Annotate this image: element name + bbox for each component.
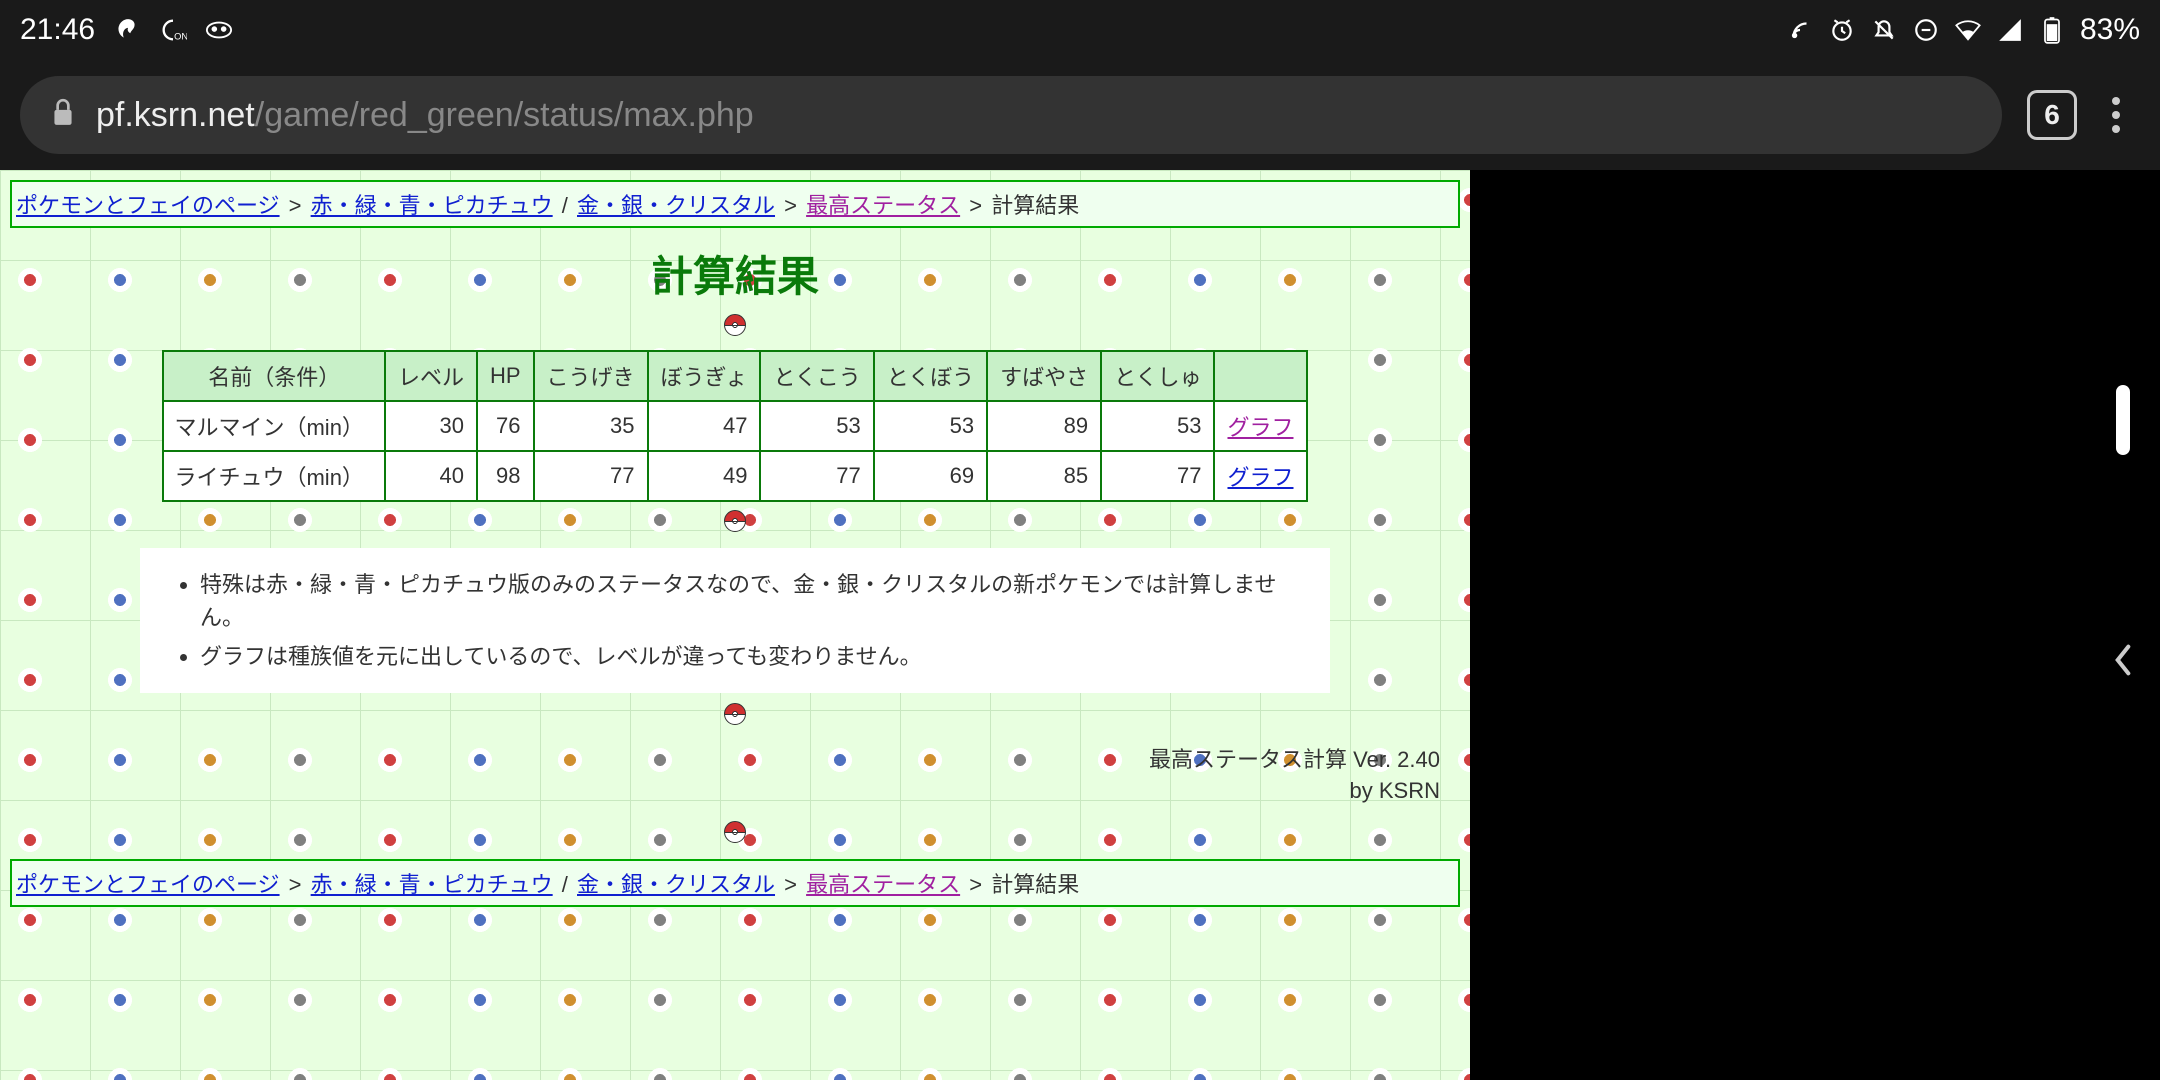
browser-menu-button[interactable] [2102, 87, 2130, 143]
system-nav-bar [2085, 170, 2160, 1080]
breadcrumb-top: ポケモンとフェイのページ > 赤・緑・青・ピカチュウ / 金・銀・クリスタル >… [10, 180, 1460, 228]
list-item: グラフは種族値を元に出しているので、レベルが違っても変わりません。 [200, 640, 1300, 673]
stat-table: 名前（条件）レベルHPこうげきぼうぎょとくこうとくぼうすばやさとくしゅ マルマイ… [162, 350, 1307, 502]
table-cell: 49 [648, 451, 761, 501]
table-header-cell: すばやさ [987, 351, 1101, 401]
breadcrumb-sep: / [556, 872, 574, 897]
page-title: 計算結果 [0, 243, 1470, 304]
back-button[interactable] [2108, 640, 2138, 690]
breadcrumb-link[interactable]: ポケモンとフェイのページ [16, 872, 280, 897]
table-cell: 53 [874, 401, 987, 451]
breadcrumb-link[interactable]: ポケモンとフェイのページ [16, 193, 280, 218]
breadcrumb-sep: > [963, 872, 988, 897]
breadcrumb-current: 計算結果 [991, 193, 1079, 218]
status-time: 21:46 [20, 13, 95, 47]
pokeball-icon [724, 821, 746, 843]
table-header-cell: とくぼう [874, 351, 987, 401]
table-cell: ライチュウ（min） [163, 451, 384, 501]
table-header-cell: とくしゅ [1101, 351, 1214, 401]
table-cell: 30 [385, 401, 477, 451]
right-gap [1470, 170, 2085, 1080]
page-content[interactable]: ポケモンとフェイのページ > 赤・緑・青・ピカチュウ / 金・銀・クリスタル >… [0, 170, 1470, 1080]
table-row: マルマイン（min）3076354753538953グラフ [163, 401, 1306, 451]
table-cell: 77 [760, 451, 873, 501]
graph-link[interactable]: グラフ [1227, 415, 1293, 440]
signal-icon [1996, 16, 2024, 44]
breadcrumb-bottom: ポケモンとフェイのページ > 赤・緑・青・ピカチュウ / 金・銀・クリスタル >… [10, 859, 1460, 907]
app-icon-2: ON [159, 16, 187, 44]
breadcrumb-link[interactable]: 最高ステータス [806, 872, 960, 897]
divider-icon [0, 314, 1470, 342]
url-bar[interactable]: pf.ksrn.net/game/red_green/status/max.ph… [20, 76, 2002, 154]
breadcrumb-sep: > [778, 193, 803, 218]
lock-icon [50, 97, 76, 134]
table-row: ライチュウ（min）4098774977698577グラフ [163, 451, 1306, 501]
battery-percent: 83% [2080, 13, 2140, 47]
breadcrumb-link[interactable]: 金・銀・クリスタル [577, 193, 775, 218]
breadcrumb-link[interactable]: 赤・緑・青・ピカチュウ [311, 872, 553, 897]
breadcrumb-sep: > [283, 872, 308, 897]
table-cell: マルマイン（min） [163, 401, 384, 451]
pokeball-icon [724, 314, 746, 336]
minus-circle-icon [1912, 16, 1940, 44]
table-cell: 77 [1101, 451, 1214, 501]
table-cell: グラフ [1214, 451, 1306, 501]
divider-icon [0, 821, 1470, 849]
table-cell: 47 [648, 401, 761, 451]
breadcrumb-current: 計算結果 [991, 872, 1079, 897]
breadcrumb-link[interactable]: 赤・緑・青・ピカチュウ [311, 193, 553, 218]
browser-toolbar: pf.ksrn.net/game/red_green/status/max.ph… [0, 60, 2160, 170]
breadcrumb-sep: / [556, 193, 574, 218]
pokeball-icon [724, 510, 746, 532]
graph-link[interactable]: グラフ [1227, 465, 1293, 490]
table-header-cell: ぼうぎょ [648, 351, 761, 401]
alarm-icon [1828, 16, 1856, 44]
wifi-icon [1954, 16, 1982, 44]
app-icon-3 [205, 16, 233, 44]
table-cell: 89 [987, 401, 1101, 451]
url-text: pf.ksrn.net/game/red_green/status/max.ph… [96, 96, 754, 135]
table-header-cell [1214, 351, 1306, 401]
pokeball-icon [724, 703, 746, 725]
notes-box: 特殊は赤・緑・青・ピカチュウ版のみのステータスなので、金・銀・クリスタルの新ポケ… [140, 548, 1330, 693]
table-cell: 40 [385, 451, 477, 501]
table-header-cell: とくこう [760, 351, 873, 401]
footer-version: 最高ステータス計算 Ver. 2.40 by KSRN [0, 739, 1470, 813]
list-item: 特殊は赤・緑・青・ピカチュウ版のみのステータスなので、金・銀・クリスタルの新ポケ… [200, 568, 1300, 634]
cast-icon [1786, 16, 1814, 44]
app-icon-1 [113, 16, 141, 44]
table-cell: 53 [1101, 401, 1214, 451]
table-cell: グラフ [1214, 401, 1306, 451]
table-header-cell: こうげき [534, 351, 648, 401]
divider-icon [0, 510, 1470, 538]
table-cell: 53 [760, 401, 873, 451]
table-cell: 77 [534, 451, 648, 501]
breadcrumb-sep: > [963, 193, 988, 218]
breadcrumb-link[interactable]: 金・銀・クリスタル [577, 872, 775, 897]
breadcrumb-link[interactable]: 最高ステータス [806, 193, 960, 218]
battery-icon [2038, 16, 2066, 44]
table-header-cell: HP [477, 351, 534, 401]
table-cell: 85 [987, 451, 1101, 501]
table-cell: 76 [477, 401, 534, 451]
nav-pill[interactable] [2116, 385, 2130, 455]
dnd-icon [1870, 16, 1898, 44]
table-header-cell: 名前（条件） [163, 351, 384, 401]
divider-icon [0, 703, 1470, 731]
breadcrumb-sep: > [283, 193, 308, 218]
status-bar: 21:46 ON 83% [0, 0, 2160, 60]
table-header-cell: レベル [385, 351, 477, 401]
table-cell: 69 [874, 451, 987, 501]
table-cell: 35 [534, 401, 648, 451]
tab-count-button[interactable]: 6 [2027, 90, 2077, 140]
table-cell: 98 [477, 451, 534, 501]
breadcrumb-sep: > [778, 872, 803, 897]
table-header-row: 名前（条件）レベルHPこうげきぼうぎょとくこうとくぼうすばやさとくしゅ [163, 351, 1306, 401]
svg-text:ON: ON [174, 31, 187, 41]
